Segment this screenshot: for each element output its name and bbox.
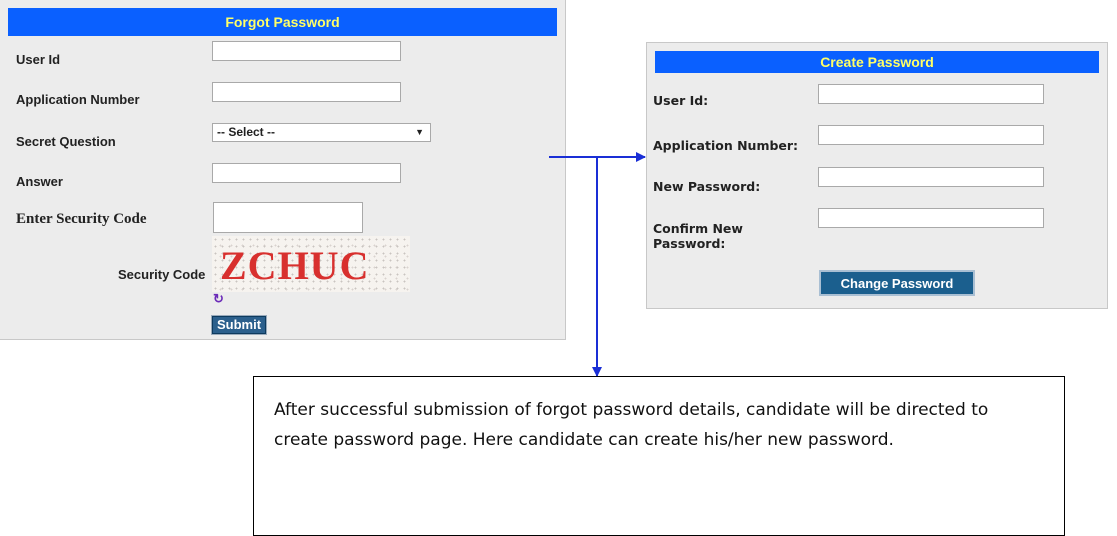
cp-application-number-label: Application Number: bbox=[653, 138, 799, 153]
submit-button[interactable]: Submit bbox=[211, 315, 267, 335]
confirm-new-password-input[interactable] bbox=[818, 208, 1044, 228]
enter-security-code-label: Enter Security Code bbox=[16, 211, 147, 227]
refresh-captcha-icon[interactable]: ↻ bbox=[213, 292, 227, 306]
cp-user-id-input[interactable] bbox=[818, 84, 1044, 104]
answer-input[interactable] bbox=[212, 163, 401, 183]
forgot-password-title: Forgot Password bbox=[8, 8, 557, 36]
description-text: After successful submission of forgot pa… bbox=[274, 400, 989, 450]
dropdown-arrow-icon: ▼ bbox=[415, 127, 424, 137]
change-password-button[interactable]: Change Password bbox=[819, 270, 975, 296]
create-password-panel: Create Password User Id: Application Num… bbox=[646, 42, 1108, 309]
security-code-label: Security Code bbox=[118, 267, 206, 282]
confirm-label-line1: Confirm New bbox=[653, 221, 743, 236]
secret-question-select[interactable]: -- Select -- ▼ bbox=[212, 123, 431, 142]
confirm-label-line2: Password: bbox=[653, 236, 726, 251]
cp-user-id-label: User Id: bbox=[653, 93, 709, 108]
captcha-text: ZCHUC bbox=[220, 243, 370, 288]
captcha-image: ZCHUC bbox=[212, 236, 410, 292]
new-password-input[interactable] bbox=[818, 167, 1044, 187]
application-number-label: Application Number bbox=[16, 92, 140, 107]
secret-question-label: Secret Question bbox=[16, 134, 116, 149]
user-id-input[interactable] bbox=[212, 41, 401, 61]
create-password-title: Create Password bbox=[655, 51, 1099, 73]
secret-question-value: -- Select -- bbox=[217, 125, 276, 139]
security-code-input[interactable] bbox=[213, 202, 363, 233]
forgot-password-panel: Forgot Password User Id Application Numb… bbox=[0, 0, 566, 340]
new-password-label: New Password: bbox=[653, 179, 761, 194]
user-id-label: User Id bbox=[16, 52, 61, 67]
application-number-input[interactable] bbox=[212, 82, 401, 102]
description-note: After successful submission of forgot pa… bbox=[253, 376, 1065, 536]
confirm-new-password-label: Confirm New Password: bbox=[653, 221, 743, 251]
cp-application-number-input[interactable] bbox=[818, 125, 1044, 145]
answer-label: Answer bbox=[16, 174, 63, 189]
